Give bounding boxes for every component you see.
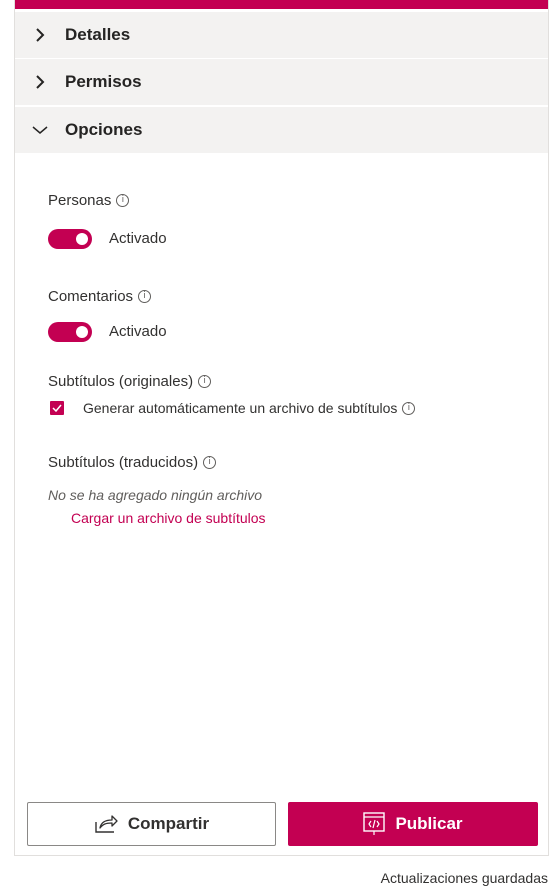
upload-captions-link[interactable]: Cargar un archivo de subtítulos (71, 510, 266, 526)
save-status: Actualizaciones guardadas (380, 870, 548, 886)
comments-toggle[interactable] (48, 322, 92, 342)
captions-original-label: Subtítulos (originales) i (48, 373, 212, 390)
auto-captions-checkbox[interactable] (50, 401, 64, 415)
info-icon[interactable]: i (402, 401, 416, 415)
section-permissions[interactable]: Permisos (15, 59, 548, 105)
captions-translated-label-text: Subtítulos (traducidos) (48, 454, 199, 471)
people-toggle[interactable] (48, 229, 92, 249)
no-file-text: No se ha agregado ningún archivo (48, 487, 263, 503)
chevron-right-icon (31, 73, 49, 91)
comments-label-text: Comentarios (48, 288, 134, 305)
chevron-down-icon (31, 121, 49, 139)
captions-translated-label: Subtítulos (traducidos) i (48, 454, 217, 471)
captions-original-label-text: Subtítulos (originales) (48, 373, 194, 390)
people-label-text: Personas (48, 192, 112, 209)
section-details[interactable]: Detalles (15, 12, 548, 58)
info-icon[interactable]: i (198, 375, 212, 388)
accent-top-border (15, 0, 548, 9)
info-icon[interactable]: i (138, 290, 152, 303)
auto-captions-label-text: Generar automáticamente un archivo de su… (83, 400, 398, 416)
section-options-label: Opciones (65, 120, 143, 139)
chevron-right-icon (31, 26, 49, 44)
toggle-knob (76, 233, 88, 245)
options-panel: Detalles Permisos Opciones Personas i Ac… (14, 0, 549, 856)
toggle-knob (76, 326, 88, 338)
publish-button[interactable]: Publicar (288, 802, 538, 846)
section-options[interactable]: Opciones (15, 107, 548, 153)
info-icon[interactable]: i (203, 456, 217, 469)
publish-label: Publicar (395, 814, 463, 833)
info-icon[interactable]: i (116, 194, 130, 207)
share-icon (94, 814, 118, 834)
section-permissions-label: Permisos (65, 72, 142, 91)
checkmark-icon (52, 404, 62, 412)
publish-icon (363, 812, 386, 836)
share-label: Compartir (127, 814, 210, 833)
people-toggle-state: Activado (109, 230, 167, 247)
section-details-label: Detalles (65, 25, 131, 44)
comments-label: Comentarios i (48, 288, 152, 305)
auto-captions-label: Generar automáticamente un archivo de su… (83, 400, 416, 416)
comments-toggle-state: Activado (109, 323, 167, 340)
share-button[interactable]: Compartir (27, 802, 276, 846)
people-label: Personas i (48, 192, 130, 209)
